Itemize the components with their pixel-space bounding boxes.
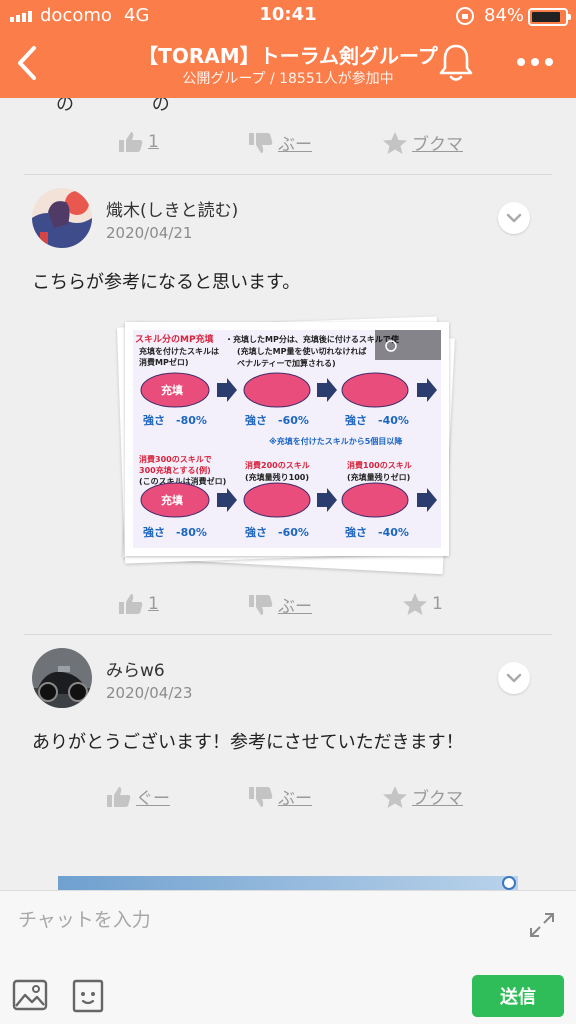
- notification-button[interactable]: [436, 40, 476, 84]
- rotation-lock-icon: [454, 5, 476, 32]
- star-icon: [383, 785, 407, 808]
- chevron-down-icon: [506, 673, 522, 683]
- infographic-text: ・充填したMP分は、充填後に付けるスキルで使: [225, 334, 400, 344]
- thumbs-down-icon: [249, 132, 273, 153]
- infographic-text: 消費MPゼロ): [139, 357, 188, 367]
- more-options-button[interactable]: [510, 50, 560, 74]
- infographic-text: 強さ -60%: [245, 525, 309, 539]
- post-actions: ぐー ぶー ブクマ: [0, 784, 576, 824]
- avatar[interactable]: [32, 648, 92, 708]
- boo-button[interactable]: ぶー: [248, 130, 312, 155]
- ad-info-icon[interactable]: [502, 876, 516, 890]
- star-icon: [383, 131, 407, 154]
- infographic-text: スキル分のMP充填: [135, 333, 214, 345]
- good-button[interactable]: ぐー: [106, 784, 170, 809]
- infographic-text: 充填: [161, 493, 183, 507]
- star-icon: [403, 593, 427, 615]
- boo-button[interactable]: ぶー: [248, 592, 312, 617]
- post-menu-button[interactable]: [498, 202, 530, 234]
- infographic-text: (充填したMP量を使い切れなければ: [237, 346, 366, 356]
- like-button[interactable]: 1: [118, 592, 159, 616]
- bookmark-button[interactable]: 1: [402, 592, 443, 616]
- like-button[interactable]: 1: [118, 130, 159, 154]
- post-text: こちらが参考になると思います。: [32, 272, 301, 293]
- infographic-text: 消費300のスキルで: [139, 454, 212, 464]
- post-feed[interactable]: の の 1 ぶー ブクマ 熾木(しきと読む) 2020/04/21 こちらが参考…: [0, 98, 576, 890]
- infographic-text: 300充填とする(例): [139, 465, 211, 475]
- bookmark-button[interactable]: ブクマ: [382, 130, 463, 155]
- infographic-text: ※充填を付けたスキルから5個目以降: [269, 436, 403, 446]
- thumbs-down-icon: [249, 786, 273, 807]
- boo-button[interactable]: ぶー: [248, 784, 312, 809]
- avatar[interactable]: [32, 188, 92, 248]
- expand-input-button[interactable]: [528, 911, 556, 939]
- sticker-icon: [72, 979, 104, 1013]
- battery-percent: 84%: [484, 5, 525, 26]
- post-text: ありがとうございます！参考にさせていただきます！: [32, 732, 464, 753]
- post-date: 2020/04/23: [106, 684, 193, 702]
- infographic-text: 充填: [161, 383, 183, 397]
- infographic-text: 強さ -60%: [245, 413, 309, 427]
- author-name[interactable]: 熾木(しきと読む): [106, 196, 238, 221]
- expand-icon: [530, 913, 554, 937]
- previous-post-actions: 1 ぶー ブクマ: [0, 130, 576, 170]
- attach-image-button[interactable]: [12, 979, 48, 1011]
- bookmark-button[interactable]: ブクマ: [382, 784, 463, 809]
- chat-bar: 送信: [0, 890, 576, 1024]
- status-bar: docomo 4G 10:41 84%: [0, 0, 576, 32]
- post-actions: 1 ぶー 1: [0, 592, 576, 632]
- image-icon: [12, 979, 48, 1011]
- stamp-button[interactable]: [70, 979, 106, 1013]
- divider: [24, 634, 552, 635]
- post-image[interactable]: スキル分のMP充填 充填を付けたスキルは 消費MPゼロ) ・充填したMP分は、充…: [115, 316, 455, 575]
- thumbs-up-icon: [119, 132, 143, 152]
- infographic-text: 強さ -80%: [143, 413, 207, 427]
- previous-post-text: の の: [56, 98, 242, 115]
- chevron-down-icon: [506, 213, 522, 223]
- app-header: docomo 4G 10:41 84% 【TORAM】トーラム剣グループ 公開グ…: [0, 0, 576, 98]
- battery-icon: [528, 8, 571, 26]
- infographic-text: (充填量残りゼロ): [347, 472, 410, 482]
- group-subtitle: 公開グループ / 18551人が参加中: [182, 71, 394, 87]
- send-button[interactable]: 送信: [472, 975, 564, 1017]
- infographic-text: 消費200のスキル: [245, 460, 310, 470]
- infographic-text: 消費100のスキル: [347, 460, 412, 470]
- infographic-text: 強さ -40%: [345, 525, 409, 539]
- group-title: 【TORAM】トーラム剣グループ: [138, 44, 438, 68]
- more-dots-icon: [517, 58, 553, 66]
- post-date: 2020/04/21: [106, 224, 193, 242]
- divider: [24, 174, 552, 175]
- infographic-text: 強さ -40%: [345, 413, 409, 427]
- author-name[interactable]: みらw6: [106, 656, 165, 681]
- infographic-text: (充填量残り100): [245, 472, 309, 482]
- chat-input[interactable]: [18, 905, 498, 935]
- post-menu-button[interactable]: [498, 662, 530, 694]
- ad-banner[interactable]: [58, 876, 518, 890]
- thumbs-down-icon: [249, 594, 273, 615]
- infographic-text: 強さ -80%: [143, 525, 207, 539]
- thumbs-up-icon: [119, 594, 143, 614]
- thumbs-up-icon: [107, 786, 131, 807]
- infographic-text: ペナルティーで加算される): [237, 358, 336, 368]
- infographic-text: 充填を付けたスキルは: [139, 346, 219, 356]
- bell-icon: [439, 44, 473, 81]
